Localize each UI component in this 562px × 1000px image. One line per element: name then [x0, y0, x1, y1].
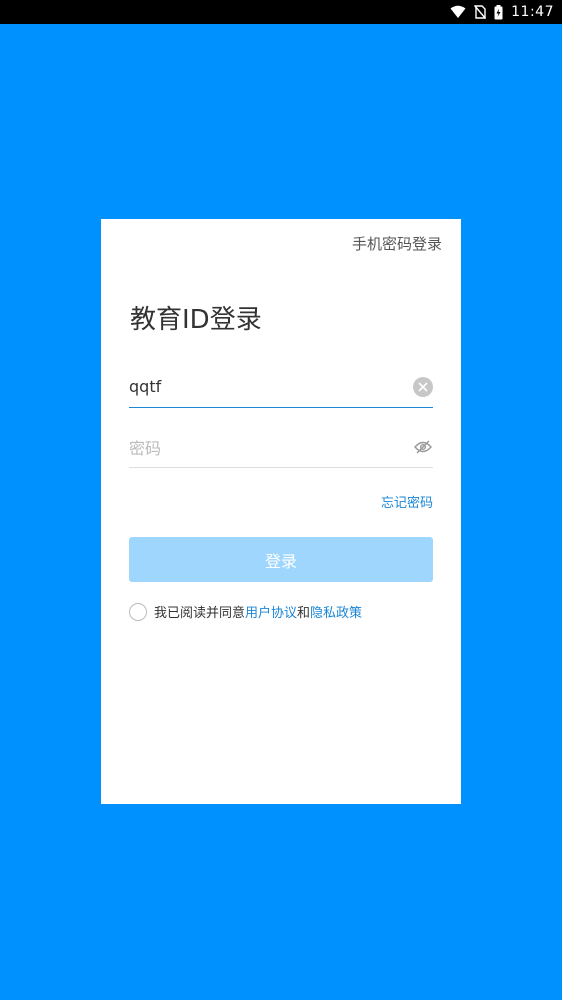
no-sim-icon	[474, 5, 487, 19]
privacy-policy-link[interactable]: 隐私政策	[310, 602, 362, 621]
status-bar: 11:47	[0, 0, 562, 24]
agreement-prefix: 我已阅读并同意	[154, 606, 246, 621]
user-agreement-link[interactable]: 用户协议	[245, 602, 297, 621]
account-field[interactable]: qqtf	[129, 366, 433, 408]
wifi-icon	[450, 5, 466, 19]
agreement-checkbox[interactable]	[129, 602, 147, 621]
login-button[interactable]: 登录	[129, 537, 433, 582]
forgot-password-link[interactable]: 忘记密码	[381, 492, 433, 511]
battery-charging-icon	[494, 4, 503, 20]
agreement-and: 和	[297, 606, 311, 621]
phone-password-login-link[interactable]: 手机密码登录	[352, 233, 442, 254]
clear-icon[interactable]	[413, 376, 433, 397]
password-input[interactable]: 密码	[129, 435, 413, 459]
eye-off-icon[interactable]	[413, 437, 433, 457]
password-field[interactable]: 密码	[129, 426, 433, 468]
status-time: 11:47	[511, 4, 554, 20]
page-title: 教育ID登录	[130, 305, 262, 335]
login-card: 手机密码登录 教育ID登录 qqtf 密码 忘记密码 登录 我已阅读并同意 用户…	[101, 219, 461, 804]
agreement-row: 我已阅读并同意 用户协议 和 隐私政策	[129, 602, 362, 621]
account-input[interactable]: qqtf	[129, 377, 413, 396]
